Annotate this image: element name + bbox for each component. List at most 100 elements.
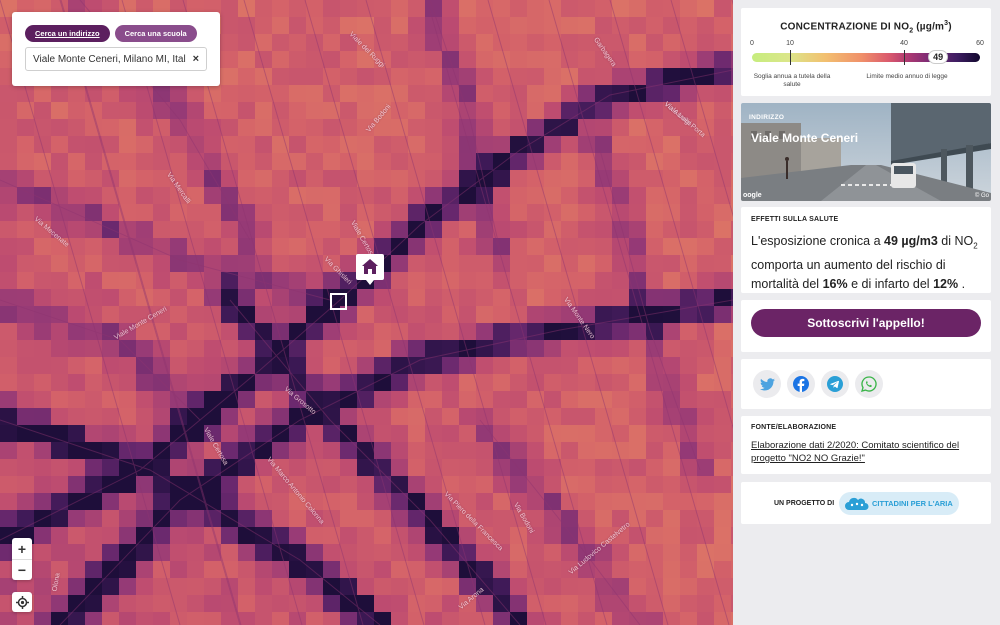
heatmap-cell <box>204 85 221 102</box>
heatmap-cell <box>51 102 68 119</box>
search-input[interactable] <box>33 53 193 65</box>
heatmap-cell <box>34 170 51 187</box>
heatmap-cell <box>714 238 731 255</box>
heatmap-cell <box>221 306 238 323</box>
share-twitter-button[interactable] <box>753 370 781 398</box>
heatmap-cell <box>153 272 170 289</box>
clear-search-button[interactable]: × <box>193 53 199 65</box>
project-label: UN PROGETTO DI <box>774 500 835 507</box>
heatmap-cell <box>221 170 238 187</box>
locate-button[interactable] <box>12 592 32 612</box>
heatmap-cell <box>459 612 476 625</box>
heatmap-cell <box>204 221 221 238</box>
heatmap-cell <box>663 578 680 595</box>
heatmap-cell <box>187 595 204 612</box>
sign-appeal-button[interactable]: Sottoscrivi l'appello! <box>751 309 981 337</box>
heatmap-cell <box>612 442 629 459</box>
heatmap-cell <box>357 425 374 442</box>
heatmap-cell <box>323 340 340 357</box>
heatmap-cell <box>578 612 595 625</box>
share-facebook-button[interactable] <box>787 370 815 398</box>
twitter-icon <box>759 377 775 390</box>
heatmap-cell <box>306 425 323 442</box>
crosshair-icon <box>15 595 29 609</box>
heatmap-cell <box>612 578 629 595</box>
heatmap-cell <box>306 459 323 476</box>
heatmap-cell <box>0 221 17 238</box>
heatmap-cell <box>442 255 459 272</box>
heatmap-cell <box>306 136 323 153</box>
heatmap-cell <box>510 187 527 204</box>
heatmap-cell <box>680 578 697 595</box>
heatmap-cell <box>663 289 680 306</box>
heatmap-cell <box>697 612 714 625</box>
partner-logo[interactable]: CITTADINI PER L'ARIA <box>839 492 959 515</box>
heatmap-cell <box>476 119 493 136</box>
heatmap-cell <box>374 136 391 153</box>
no2-heatmap[interactable]: Viale del Ruggi Via Bodoni Via Mercalli Via… <box>0 0 733 625</box>
heatmap-cell <box>578 153 595 170</box>
heatmap-cell <box>425 544 442 561</box>
heatmap-cell <box>612 323 629 340</box>
heatmap-cell <box>238 459 255 476</box>
heatmap-cell <box>68 561 85 578</box>
share-whatsapp-button[interactable] <box>855 370 883 398</box>
heatmap-cell <box>612 102 629 119</box>
source-link[interactable]: Elaborazione dati 2/2020: Comitato scien… <box>751 439 981 465</box>
heatmap-cell <box>119 476 136 493</box>
heatmap-cell <box>663 153 680 170</box>
heatmap-cell <box>612 561 629 578</box>
heatmap-cell <box>306 578 323 595</box>
share-telegram-button[interactable] <box>821 370 849 398</box>
heatmap-cell <box>136 119 153 136</box>
heatmap-cell <box>442 425 459 442</box>
heatmap-cell <box>612 357 629 374</box>
heatmap-cell <box>238 527 255 544</box>
current-value-marker: 49 <box>928 50 949 65</box>
heatmap-cell <box>238 68 255 85</box>
heatmap-cell <box>374 425 391 442</box>
zoom-out-button[interactable]: − <box>12 559 32 580</box>
heatmap-cell <box>51 391 68 408</box>
heatmap-cell <box>527 34 544 51</box>
heatmap-cell <box>714 493 731 510</box>
heatmap-cell <box>527 612 544 625</box>
heatmap-cell <box>187 374 204 391</box>
heatmap-cell <box>17 425 34 442</box>
heatmap-cell <box>510 340 527 357</box>
heatmap-cell <box>459 306 476 323</box>
heatmap-cell <box>136 170 153 187</box>
zoom-in-button[interactable]: + <box>12 538 32 559</box>
heatmap-cell <box>102 85 119 102</box>
heatmap-cell <box>272 17 289 34</box>
heatmap-cell <box>493 561 510 578</box>
heatmap-cell <box>544 612 561 625</box>
heatmap-cell <box>629 34 646 51</box>
heatmap-cell <box>119 442 136 459</box>
heatmap-cell <box>646 561 663 578</box>
heatmap-cell <box>238 255 255 272</box>
heatmap-cell <box>153 85 170 102</box>
tab-search-school[interactable]: Cerca una scuola <box>114 25 197 42</box>
heatmap-cell <box>153 408 170 425</box>
heatmap-cell <box>629 357 646 374</box>
heatmap-cell <box>374 221 391 238</box>
heatmap-cell <box>119 119 136 136</box>
heatmap-cell <box>102 595 119 612</box>
heatmap-cell <box>17 289 34 306</box>
heatmap-cell <box>0 102 17 119</box>
heatmap-cell <box>459 17 476 34</box>
heatmap-cell <box>85 255 102 272</box>
partner-name: CITTADINI PER L'ARIA <box>872 499 953 508</box>
heatmap-cell <box>238 204 255 221</box>
heatmap-cell <box>374 306 391 323</box>
home-marker[interactable] <box>355 252 385 286</box>
heatmap-cell <box>595 255 612 272</box>
heatmap-cell <box>663 544 680 561</box>
tab-search-address[interactable]: Cerca un indirizzo <box>25 25 110 42</box>
heatmap-cell <box>34 323 51 340</box>
heatmap-cell <box>255 136 272 153</box>
heatmap-cell <box>17 272 34 289</box>
heatmap-cell <box>153 391 170 408</box>
heatmap-cell <box>357 289 374 306</box>
